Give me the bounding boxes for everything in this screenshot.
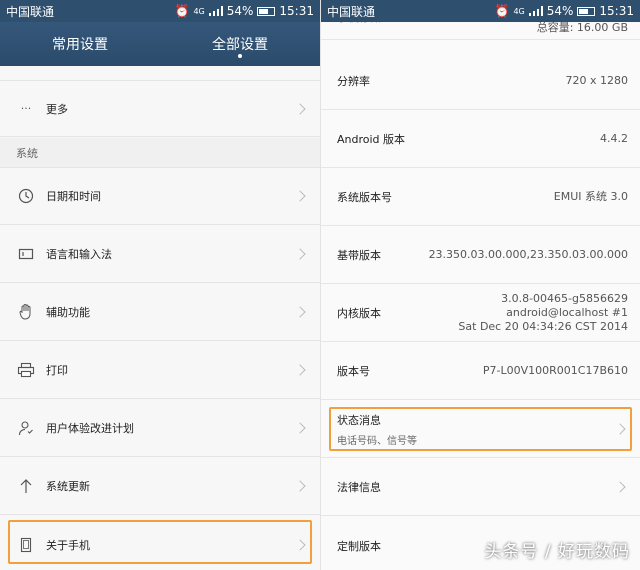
chevron-right-icon bbox=[614, 481, 626, 493]
keyboard-icon bbox=[17, 245, 35, 263]
info-row-value: 23.350.03.00.000,23.350.03.00.000 bbox=[428, 248, 628, 261]
info-row-value: 3.0.8-00465-g5856629 android@localhost #… bbox=[458, 292, 628, 334]
info-row-value: P7-L00V100R001C17B610 bbox=[482, 364, 628, 377]
chevron-right-icon bbox=[294, 480, 306, 492]
status-info-item[interactable]: 状态消息 电话号码、信号等 bbox=[321, 401, 640, 458]
battery-icon bbox=[257, 6, 276, 16]
info-row-build-number: 版本号 P7-L00V100R001C17B610 bbox=[321, 343, 640, 400]
settings-item-language-input[interactable]: 语言和输入法 bbox=[0, 226, 320, 283]
more-icon: ··· bbox=[20, 102, 32, 115]
status-bar: 中国联通 ⏰ 4G 54% 15:31 bbox=[0, 0, 320, 22]
settings-panel-left: 中国联通 ⏰ 4G 54% 15:31 常用设置 全部设置 ··· 更多 系统 … bbox=[0, 0, 320, 570]
tab-all-settings[interactable]: 全部设置 bbox=[160, 22, 320, 66]
battery-percent: 54% bbox=[226, 4, 254, 18]
info-row-label: 版本号 bbox=[337, 365, 370, 378]
carrier-label: 中国联通 bbox=[6, 4, 55, 19]
settings-item-label: 关于手机 bbox=[46, 538, 90, 552]
settings-item-label: 打印 bbox=[46, 364, 68, 377]
hand-icon bbox=[17, 303, 35, 321]
info-row-label: 基带版本 bbox=[337, 249, 381, 262]
printer-icon bbox=[17, 361, 35, 379]
chevron-right-icon bbox=[294, 248, 306, 260]
chevron-right-icon bbox=[294, 190, 306, 202]
section-header-system: 系统 bbox=[0, 138, 320, 168]
kernel-line-1: 3.0.8-00465-g5856629 bbox=[501, 292, 628, 305]
settings-item-label: 辅助功能 bbox=[46, 306, 90, 319]
settings-item-label: 更多 bbox=[46, 102, 68, 116]
settings-item-more[interactable]: ··· 更多 bbox=[0, 80, 320, 137]
alarm-icon: ⏰ bbox=[494, 4, 510, 18]
legal-info-label: 法律信息 bbox=[337, 481, 381, 494]
kernel-line-3: Sat Dec 20 04:34:26 CST 2014 bbox=[458, 320, 628, 333]
network-type: 4G bbox=[513, 6, 525, 16]
info-row-label: Android 版本 bbox=[337, 133, 406, 146]
carrier-label: 中国联通 bbox=[327, 4, 376, 19]
network-type: 4G bbox=[193, 6, 205, 16]
arrow-up-icon bbox=[17, 477, 35, 495]
info-row-system-version: 系统版本号 EMUI 系统 3.0 bbox=[321, 169, 640, 226]
settings-item-label: 日期和时间 bbox=[46, 190, 101, 203]
info-row-label: 系统版本号 bbox=[337, 191, 392, 204]
info-row-label: 分辨率 bbox=[337, 75, 370, 88]
chevron-right-icon bbox=[294, 538, 306, 551]
settings-item-label: 用户体验改进计划 bbox=[46, 422, 134, 435]
signal-icon bbox=[528, 6, 543, 16]
kernel-line-2: android@localhost #1 bbox=[506, 306, 628, 319]
clock-time: 15:31 bbox=[279, 4, 314, 18]
user-icon bbox=[17, 419, 35, 437]
battery-icon bbox=[577, 6, 596, 16]
status-info-text: 状态消息 电话号码、信号等 bbox=[337, 412, 616, 447]
status-bar: 中国联通 ⏰ 4G 54% 15:31 bbox=[321, 0, 640, 22]
phone-icon bbox=[17, 536, 35, 554]
info-row-resolution: 分辨率 720 x 1280 bbox=[321, 53, 640, 110]
settings-item-about-phone[interactable]: 关于手机 bbox=[0, 516, 320, 570]
info-row-value: 总容量: 16.00 GB bbox=[536, 21, 628, 34]
about-phone-panel-right: 手机存储 总容量: 16.00 GB 中国联通 ⏰ 4G 54% 15:31 分… bbox=[320, 0, 640, 570]
clock-icon bbox=[17, 187, 35, 205]
status-info-label: 状态消息 bbox=[337, 413, 381, 427]
alarm-icon: ⏰ bbox=[174, 4, 190, 18]
legal-info-item[interactable]: 法律信息 bbox=[321, 459, 640, 516]
watermark: 头条号 / 好玩数码 bbox=[484, 542, 630, 562]
info-row-android-version: Android 版本 4.4.2 bbox=[321, 111, 640, 168]
chevron-right-icon bbox=[614, 423, 626, 435]
signal-icon bbox=[208, 6, 223, 16]
settings-item-label: 语言和输入法 bbox=[46, 248, 112, 261]
info-row-baseband: 基带版本 23.350.03.00.000,23.350.03.00.000 bbox=[321, 227, 640, 284]
chevron-right-icon bbox=[294, 306, 306, 318]
info-row-kernel: 内核版本 3.0.8-00465-g5856629 android@localh… bbox=[321, 285, 640, 342]
info-row-value: 4.4.2 bbox=[600, 132, 628, 145]
info-row-value: 720 x 1280 bbox=[565, 74, 629, 87]
info-row-label: 内核版本 bbox=[337, 307, 381, 320]
settings-item-system-update[interactable]: 系统更新 bbox=[0, 458, 320, 515]
chevron-right-icon bbox=[294, 422, 306, 434]
settings-item-print[interactable]: 打印 bbox=[0, 342, 320, 399]
info-row-value: EMUI 系统 3.0 bbox=[553, 190, 628, 203]
settings-item-label: 系统更新 bbox=[46, 480, 90, 493]
settings-item-user-experience[interactable]: 用户体验改进计划 bbox=[0, 400, 320, 457]
tab-common-settings[interactable]: 常用设置 bbox=[0, 22, 160, 66]
clock-time: 15:31 bbox=[599, 4, 634, 18]
battery-percent: 54% bbox=[546, 4, 574, 18]
settings-tabs: 常用设置 全部设置 bbox=[0, 22, 320, 66]
status-info-sub: 电话号码、信号等 bbox=[337, 435, 417, 447]
settings-item-date-time[interactable]: 日期和时间 bbox=[0, 168, 320, 225]
chevron-right-icon bbox=[294, 364, 306, 376]
settings-item-accessibility[interactable]: 辅助功能 bbox=[0, 284, 320, 341]
chevron-right-icon bbox=[294, 102, 306, 115]
